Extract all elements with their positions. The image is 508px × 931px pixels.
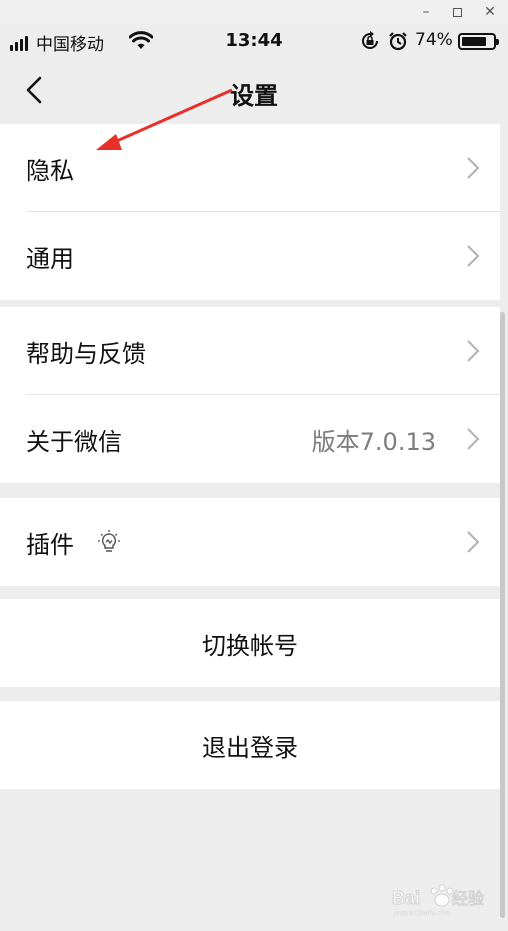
settings-group-logout: 退出登录 — [0, 701, 500, 789]
logout-label: 退出登录 — [202, 733, 298, 762]
minimize-button[interactable]: – — [410, 0, 442, 24]
chevron-right-icon — [467, 340, 480, 362]
settings-item-general[interactable]: 通用 — [0, 212, 500, 300]
close-button[interactable]: ✕ — [474, 0, 506, 24]
logout-button[interactable]: 退出登录 — [0, 701, 500, 789]
status-bar: 中国移动 13:44 74% — [0, 24, 508, 58]
settings-item-label: 关于微信 — [26, 427, 122, 456]
rotation-lock-icon — [362, 31, 378, 49]
settings-group-help: 帮助与反馈 关于微信 版本7.0.13 — [0, 307, 500, 483]
scrollbar[interactable] — [500, 312, 505, 918]
page-title: 设置 — [230, 82, 278, 110]
switch-account-label: 切换帐号 — [202, 631, 298, 660]
svg-text:jingyan.baidu.com: jingyan.baidu.com — [393, 910, 451, 917]
switch-account-button[interactable]: 切换帐号 — [0, 599, 500, 687]
settings-group-plugins: 插件 — [0, 498, 500, 586]
lightbulb-icon — [98, 530, 120, 552]
maximize-button[interactable] — [441, 0, 473, 24]
chevron-right-icon — [467, 157, 480, 179]
settings-item-about[interactable]: 关于微信 版本7.0.13 — [0, 395, 500, 483]
settings-group-switch-account: 切换帐号 — [0, 599, 500, 687]
chevron-right-icon — [467, 428, 480, 450]
settings-item-help-feedback[interactable]: 帮助与反馈 — [0, 307, 500, 395]
chevron-right-icon — [467, 531, 480, 553]
settings-item-plugins[interactable]: 插件 — [0, 498, 500, 586]
settings-item-privacy[interactable]: 隐私 — [0, 124, 500, 212]
baidu-jingyan-watermark: Bai 经验 jingyan.baidu.com — [392, 884, 485, 917]
alarm-icon — [389, 32, 407, 51]
chevron-right-icon — [467, 245, 480, 267]
battery-percent: 74% — [415, 30, 453, 50]
settings-item-label: 隐私 — [26, 156, 74, 185]
svg-text:Bai: Bai — [392, 888, 420, 908]
window-titlebar: – ✕ — [0, 0, 508, 24]
svg-text:经验: 经验 — [452, 890, 484, 908]
battery-icon — [458, 33, 499, 50]
navigation-bar: 设置 — [0, 58, 508, 124]
version-value: 版本7.0.13 — [311, 427, 436, 456]
settings-item-label: 帮助与反馈 — [26, 339, 146, 368]
maximize-icon — [452, 7, 462, 17]
settings-group-account: 隐私 通用 — [0, 124, 500, 300]
settings-item-label: 通用 — [26, 244, 74, 273]
settings-item-label: 插件 — [26, 530, 74, 559]
